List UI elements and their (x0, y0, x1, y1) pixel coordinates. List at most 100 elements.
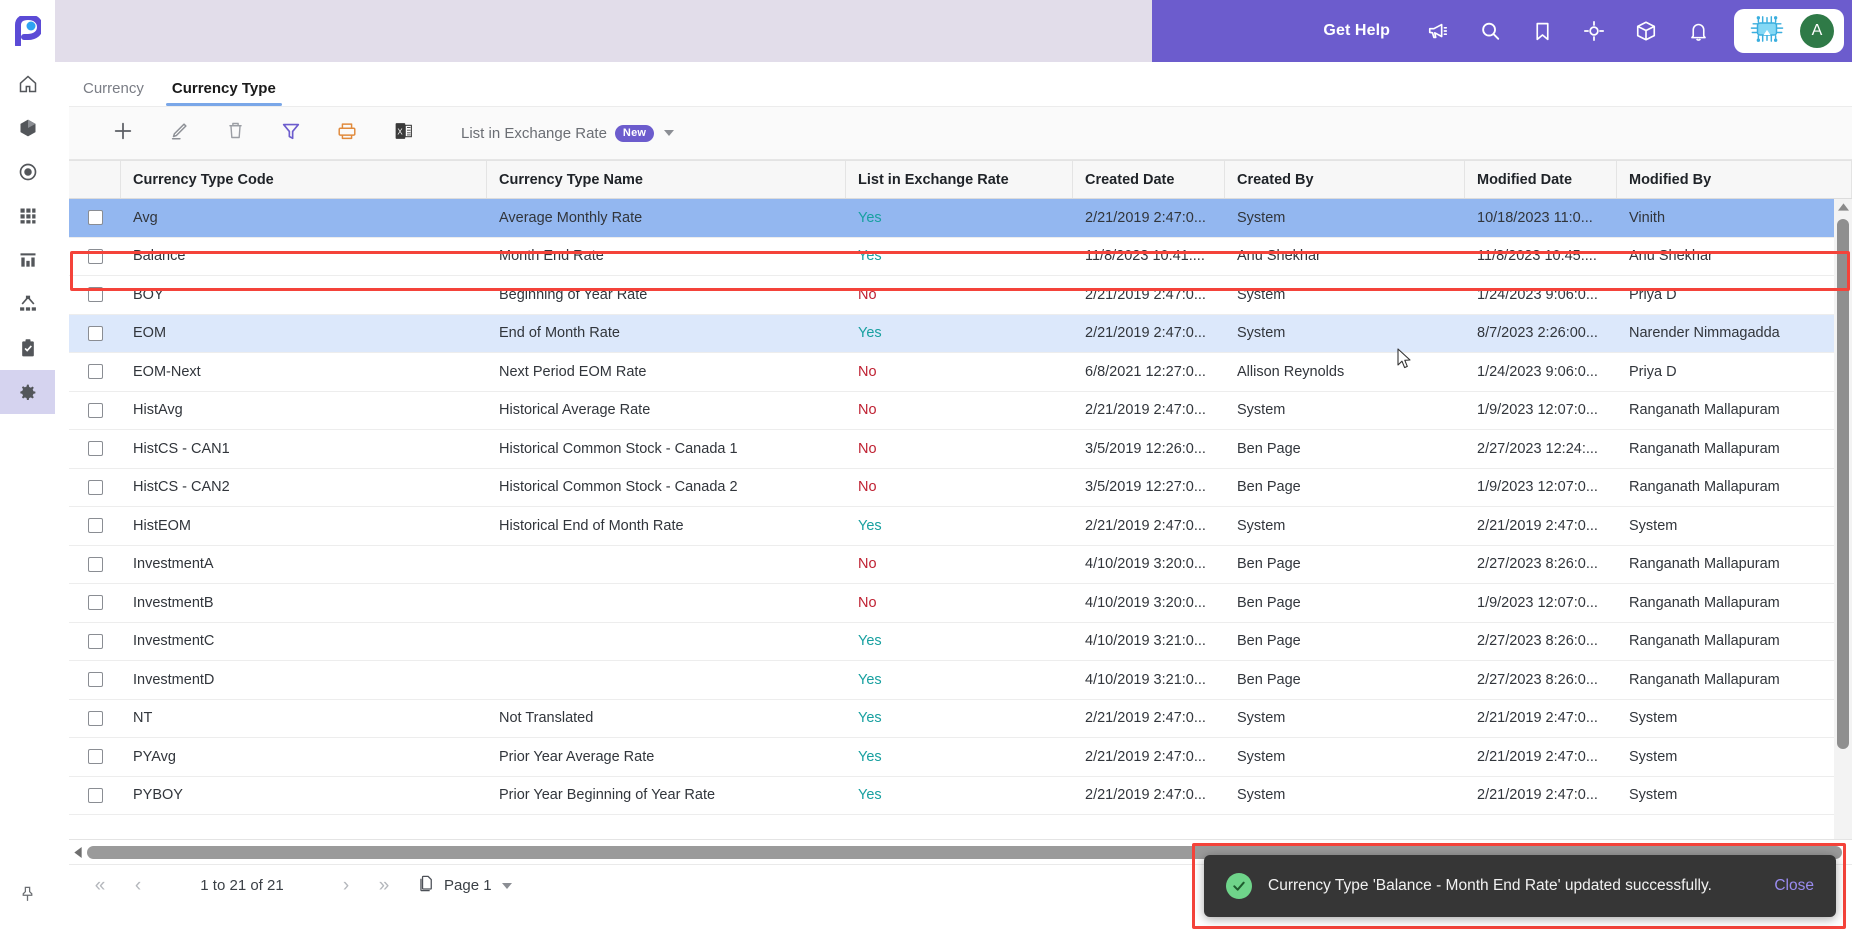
first-page-button[interactable]: « (81, 865, 119, 907)
sidebar-pin-button[interactable] (0, 862, 55, 932)
bookmark-icon[interactable] (1516, 0, 1568, 62)
table-row[interactable]: InvestmentB No 4/10/2019 3:20:0... Ben Page… (69, 584, 1852, 623)
grid-vertical-scrollbar[interactable] (1834, 199, 1852, 839)
table-row[interactable]: EOM End of Month Rate Yes 2/21/2019 2:47:0.… (69, 314, 1852, 353)
checkbox-icon[interactable] (87, 518, 103, 534)
sidebar-item-hierarchy[interactable] (0, 282, 55, 326)
column-header-list[interactable]: List in Exchange Rate (846, 161, 1073, 198)
checkbox-icon[interactable] (87, 633, 103, 649)
row-checkbox[interactable] (69, 238, 121, 276)
page-selector[interactable]: Page 1 (417, 874, 512, 897)
add-button[interactable] (95, 106, 151, 160)
sidebar-item-settings[interactable] (0, 370, 55, 414)
checkbox-icon[interactable] (87, 749, 103, 765)
table-row[interactable]: InvestmentC Yes 4/10/2019 3:21:0... Ben Pag… (69, 623, 1852, 661)
checkbox-icon[interactable] (87, 325, 103, 341)
sidebar-item-home[interactable] (0, 62, 55, 106)
row-checkbox[interactable] (69, 199, 121, 237)
row-checkbox[interactable] (69, 315, 121, 353)
search-icon[interactable] (1464, 0, 1516, 62)
row-checkbox[interactable] (69, 430, 121, 468)
sidebar-item-reports[interactable] (0, 238, 55, 282)
checkbox-icon[interactable] (87, 479, 103, 495)
table-row[interactable]: HistCS - CAN1 Historical Common Stock - C… (69, 430, 1852, 469)
table-row[interactable]: Avg Average Monthly Rate Yes 2/21/2019 2:47… (69, 199, 1852, 238)
avatar[interactable]: A (1800, 14, 1834, 48)
checkbox-icon[interactable] (87, 210, 103, 226)
bell-icon[interactable] (1672, 0, 1724, 62)
row-checkbox[interactable] (69, 276, 121, 314)
get-help-button[interactable]: Get Help (1301, 22, 1412, 40)
checkbox-icon[interactable] (87, 787, 103, 803)
user-pill[interactable]: A (1734, 9, 1844, 53)
ai-chip-icon[interactable] (1748, 13, 1786, 50)
table-row[interactable]: InvestmentA No 4/10/2019 3:20:0... Ben Page… (69, 546, 1852, 584)
export-excel-button[interactable]: X (375, 106, 431, 160)
table-row[interactable]: EOM-Next Next Period EOM Rate No 6/8/2021 1… (69, 353, 1852, 392)
row-checkbox[interactable] (69, 661, 121, 699)
column-header-modified-by[interactable]: Modified By (1617, 161, 1852, 198)
checkbox-icon[interactable] (87, 672, 103, 688)
row-checkbox[interactable] (69, 507, 121, 545)
checkbox-icon[interactable] (87, 595, 103, 611)
grid-scroll-thumb[interactable] (1837, 219, 1849, 749)
table-row[interactable]: NT Not Translated Yes 2/21/2019 2:47:0... Sy… (69, 700, 1852, 738)
sidebar-item-cube[interactable] (0, 106, 55, 150)
cell-code: EOM (133, 325, 167, 342)
table-row[interactable]: PYAvg Prior Year Average Rate Yes 2/21/2019… (69, 738, 1852, 777)
checkbox-icon[interactable] (87, 402, 103, 418)
checkbox-icon[interactable] (87, 556, 103, 572)
scroll-up-icon[interactable] (1834, 199, 1852, 215)
delete-button[interactable] (207, 106, 263, 160)
checkbox-icon[interactable] (87, 441, 103, 457)
checkbox-icon[interactable] (87, 710, 103, 726)
column-header-modified-date[interactable]: Modified Date (1465, 161, 1617, 198)
scroll-left-icon[interactable] (69, 846, 87, 858)
checkbox-icon[interactable] (87, 364, 103, 380)
sidebar-item-grid[interactable] (0, 194, 55, 238)
table-row[interactable]: Balance Month End Rate Yes 11/8/2023 10:41:… (69, 238, 1852, 276)
cell-cdate: 2/21/2019 2:47:0... (1085, 402, 1206, 419)
row-checkbox[interactable] (69, 777, 121, 815)
next-page-button[interactable]: › (327, 865, 365, 907)
target-crosshair-icon[interactable] (1568, 0, 1620, 62)
row-checkbox[interactable] (69, 738, 121, 776)
tab-currency-type[interactable]: Currency Type (158, 80, 290, 106)
view-selector[interactable]: List in Exchange Rate New (461, 124, 675, 142)
row-checkbox[interactable] (69, 392, 121, 430)
table-row[interactable]: BOY Beginning of Year Rate No 2/21/2019 2:4… (69, 276, 1852, 315)
tab-currency[interactable]: Currency (69, 80, 158, 106)
row-checkbox[interactable] (69, 353, 121, 391)
table-row[interactable]: InvestmentD Yes 4/10/2019 3:21:0... Ben Pag… (69, 661, 1852, 700)
column-header-created-date[interactable]: Created Date (1073, 161, 1225, 198)
app-logo[interactable] (0, 0, 55, 62)
sidebar-item-tasks[interactable] (0, 326, 55, 370)
row-checkbox[interactable] (69, 469, 121, 507)
cell-code: HistCS - CAN1 (133, 440, 230, 457)
cell-cby: Ben Page (1237, 594, 1301, 611)
checkbox-icon[interactable] (87, 248, 103, 264)
last-page-button[interactable]: » (365, 865, 403, 907)
table-row[interactable]: HistCS - CAN2 Historical Common Stock - C… (69, 469, 1852, 507)
sidebar-item-target[interactable] (0, 150, 55, 194)
cell-mdate: 2/27/2023 8:26:0... (1477, 671, 1598, 688)
column-header-name[interactable]: Currency Type Name (487, 161, 846, 198)
filter-button[interactable] (263, 106, 319, 160)
prev-page-button[interactable]: ‹ (119, 865, 157, 907)
row-checkbox[interactable] (69, 584, 121, 622)
row-checkbox[interactable] (69, 700, 121, 738)
row-checkbox[interactable] (69, 623, 121, 661)
column-header-code[interactable]: Currency Type Code (121, 161, 487, 198)
table-row[interactable]: PYBOY Prior Year Beginning of Year Rate Ye… (69, 777, 1852, 815)
row-checkbox[interactable] (69, 546, 121, 584)
toast-close-button[interactable]: Close (1774, 877, 1814, 895)
table-row[interactable]: HistEOM Historical End of Month Rate Yes 2/… (69, 507, 1852, 546)
table-row[interactable]: HistAvg Historical Average Rate No 2/21/201… (69, 392, 1852, 430)
megaphone-icon[interactable] (1412, 0, 1464, 62)
column-header-check[interactable] (69, 161, 121, 198)
checkbox-icon[interactable] (87, 287, 103, 303)
print-button[interactable] (319, 106, 375, 160)
box-icon[interactable] (1620, 0, 1672, 62)
edit-button[interactable] (151, 106, 207, 160)
column-header-created-by[interactable]: Created By (1225, 161, 1465, 198)
